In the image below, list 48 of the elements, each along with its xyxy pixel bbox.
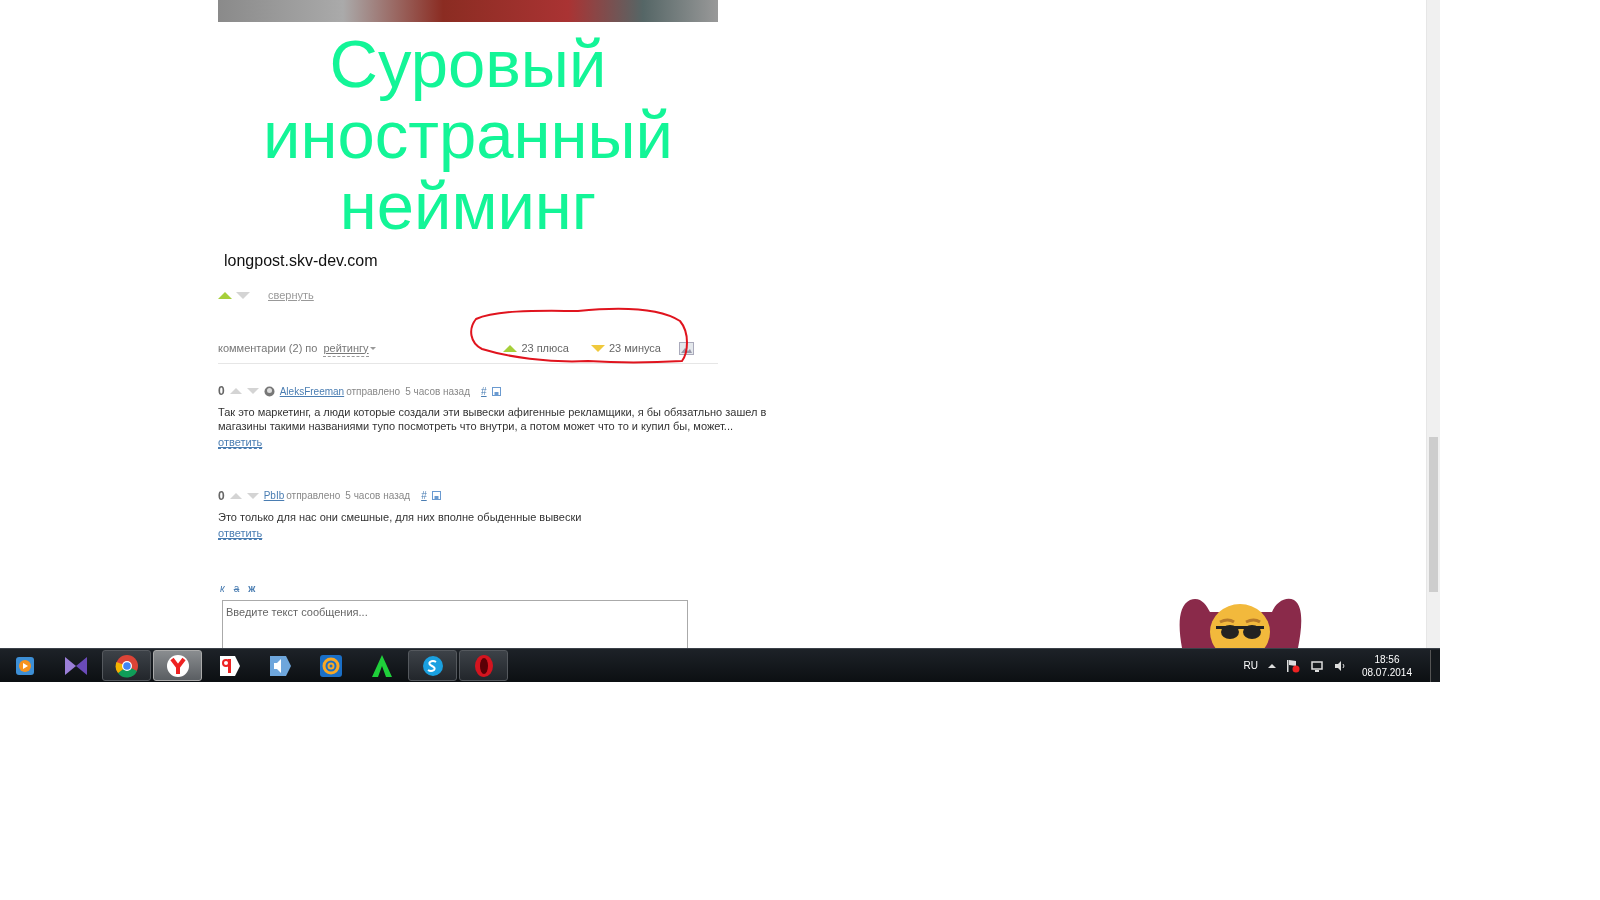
clock[interactable]: 18:56 08.07.2014 [1361, 652, 1412, 679]
source-text: longpost.skv-dev.com [224, 251, 379, 271]
reply-link[interactable]: ответить [218, 526, 263, 540]
at-sign-icon [318, 653, 343, 678]
collapse-link[interactable]: свернуть [268, 287, 314, 304]
author-link[interactable]: PbIb [263, 488, 285, 503]
show-desktop-button[interactable] [1430, 649, 1440, 682]
taskbar-app-button[interactable] [153, 650, 202, 681]
minuses-count: 23 минуса [608, 341, 661, 356]
taskbar-app-button[interactable] [102, 650, 151, 681]
sent-label: отправлено [286, 489, 341, 503]
author-link[interactable]: AleksFreeman [279, 383, 345, 399]
post-title: Суровый иностранный нейминг [262, 28, 674, 241]
save-icon[interactable] [491, 386, 501, 396]
language-indicator[interactable]: RU [1243, 658, 1258, 673]
scrollbar-thumb[interactable] [1429, 437, 1438, 592]
comment-time: 5 часов назад [345, 489, 411, 503]
chat-bubble-icon [420, 653, 445, 678]
browser-y-icon [165, 653, 190, 678]
up-arrow-icon[interactable] [1267, 663, 1276, 668]
reply-link[interactable]: ответить [218, 436, 263, 449]
comment-score: 0 [218, 383, 225, 400]
sent-label: отправлено [346, 384, 401, 399]
comments-count-text: комментарии (2) по [218, 341, 318, 356]
strike-format-button[interactable]: а [233, 581, 240, 596]
caret-icon[interactable] [368, 345, 377, 352]
comment-score: 0 [218, 487, 225, 505]
permalink[interactable]: # [421, 488, 427, 503]
bold-format-button[interactable]: ж [248, 581, 256, 596]
comment-time: 5 часов назад [405, 384, 471, 399]
italic-format-button[interactable]: к [220, 581, 225, 596]
triangle-icon [369, 653, 394, 678]
plus-triangle-icon [503, 343, 518, 353]
scrollbar[interactable] [1426, 0, 1440, 648]
pluses-count: 23 плюса [521, 341, 569, 356]
speaker-icon [267, 653, 292, 678]
comment-text: Так это маркетинг, а люди которые создали эти вывески афигенные рекламщики, я бы обязатльно зашел в магазины такими названиями тупо посмотреть что внутри, а потом может что то и купил бы, может... [218, 405, 768, 433]
sort-dropdown[interactable]: рейтингу [323, 339, 369, 357]
chrome-icon [114, 653, 139, 678]
flag-icon[interactable] [1285, 658, 1300, 673]
comment-text: Это только для нас они смешные, для них вполне обыденные вывески [218, 509, 583, 524]
volume-icon[interactable] [1333, 659, 1346, 672]
taskbar-app-button[interactable] [408, 650, 457, 681]
save-icon[interactable] [431, 491, 441, 500]
permalink[interactable]: # [481, 383, 487, 399]
network-icon[interactable] [1309, 658, 1324, 673]
message-input[interactable]: Введите текст сообщения... [222, 600, 688, 648]
minus-triangle-icon [590, 343, 605, 353]
